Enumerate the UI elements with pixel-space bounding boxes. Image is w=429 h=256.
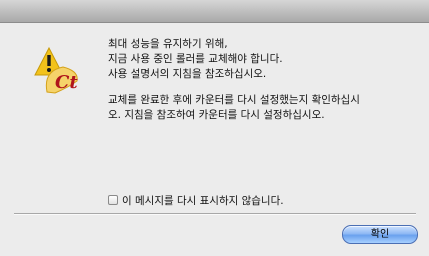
title-bar[interactable] <box>0 0 429 23</box>
caution-icon: Ct <box>33 45 79 95</box>
roller-replacement-dialog: Ct 최대 성능을 유지하기 위해, 지금 사용 중인 롤러를 교체해야 합니다… <box>0 0 429 256</box>
suppress-option[interactable]: 이 메시지를 다시 표시하지 않습니다. <box>108 193 284 207</box>
suppress-checkbox[interactable] <box>108 195 118 205</box>
badge-text: Ct <box>55 72 78 93</box>
suppress-label[interactable]: 이 메시지를 다시 표시하지 않습니다. <box>122 193 284 208</box>
separator <box>14 213 416 215</box>
message-paragraph-1: 최대 성능을 유지하기 위해, 지금 사용 중인 롤러를 교체해야 합니다. 사… <box>108 38 283 80</box>
message-body: 최대 성능을 유지하기 위해, 지금 사용 중인 롤러를 교체해야 합니다. 사… <box>108 37 418 123</box>
ok-button[interactable]: 확인 <box>342 225 418 244</box>
message-paragraph-2: 교체를 완료한 후에 카운터를 다시 설정했는지 확인하십시 오. 지침을 참조… <box>108 94 360 121</box>
